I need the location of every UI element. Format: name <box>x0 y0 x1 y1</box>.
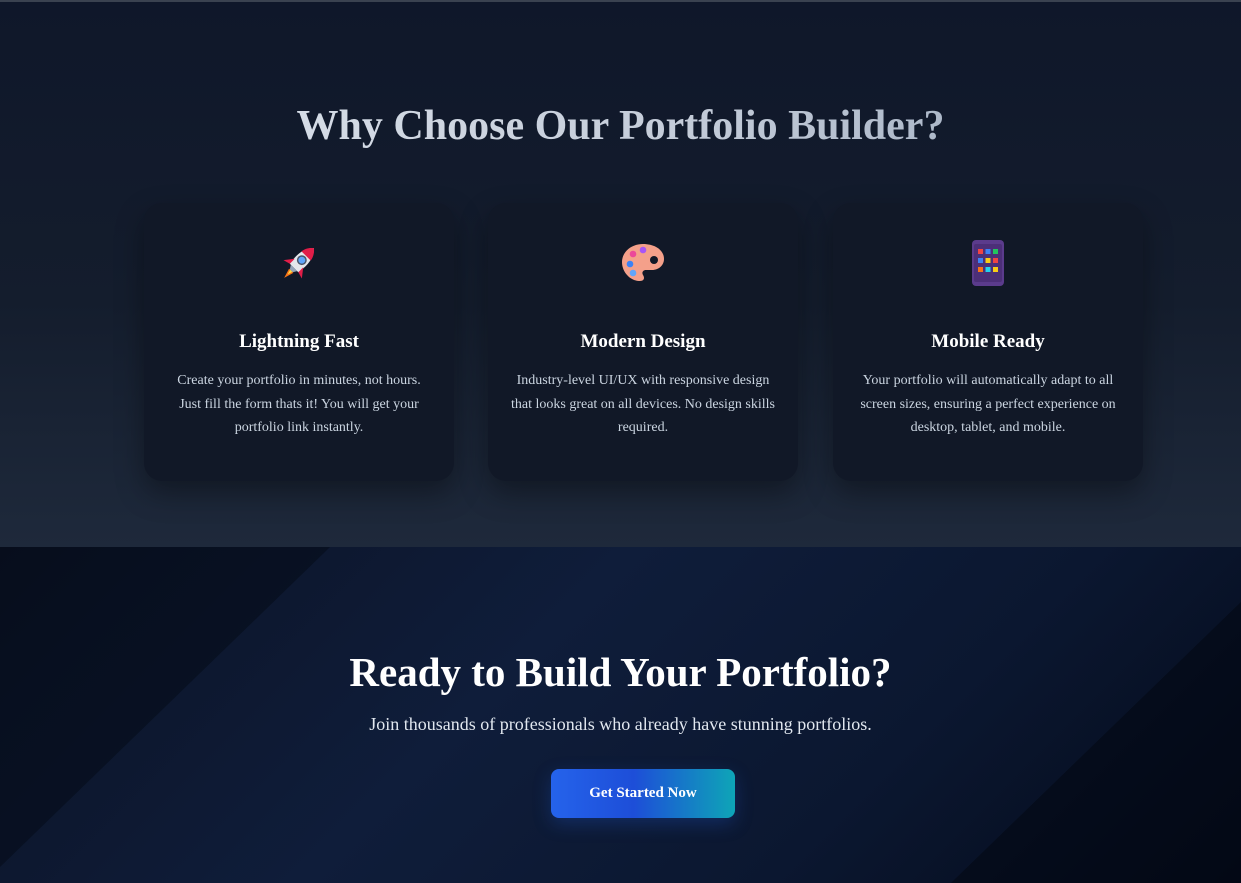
rocket-icon <box>275 239 323 287</box>
feature-card-title: Lightning Fast <box>239 331 359 352</box>
features-section: Why Choose Our Portfolio Builder? Lightn… <box>0 2 1241 547</box>
palette-icon <box>619 239 667 287</box>
feature-card-mobile-ready: Mobile Ready Your portfolio will automat… <box>833 203 1143 481</box>
cta-section: Ready to Build Your Portfolio? Join thou… <box>0 547 1241 883</box>
feature-card-description: Your portfolio will automatically adapt … <box>860 373 1116 435</box>
feature-card-description: Industry-level UI/UX with responsive des… <box>510 373 775 435</box>
feature-card-title: Mobile Ready <box>931 331 1045 352</box>
cta-subtitle: Join thousands of professionals who alre… <box>369 714 872 734</box>
features-title: Why Choose Our Portfolio Builder? <box>0 98 1241 154</box>
feature-card-description: Create your portfolio in minutes, not ho… <box>177 373 421 435</box>
feature-card-lightning-fast: Lightning Fast Create your portfolio in … <box>144 203 454 481</box>
mobile-icon <box>964 239 1012 287</box>
feature-card-modern-design: Modern Design Industry-level UI/UX with … <box>488 203 798 481</box>
get-started-button[interactable]: Get Started Now <box>551 769 735 818</box>
cta-title: Ready to Build Your Portfolio? <box>349 649 892 695</box>
feature-card-title: Modern Design <box>580 331 706 352</box>
